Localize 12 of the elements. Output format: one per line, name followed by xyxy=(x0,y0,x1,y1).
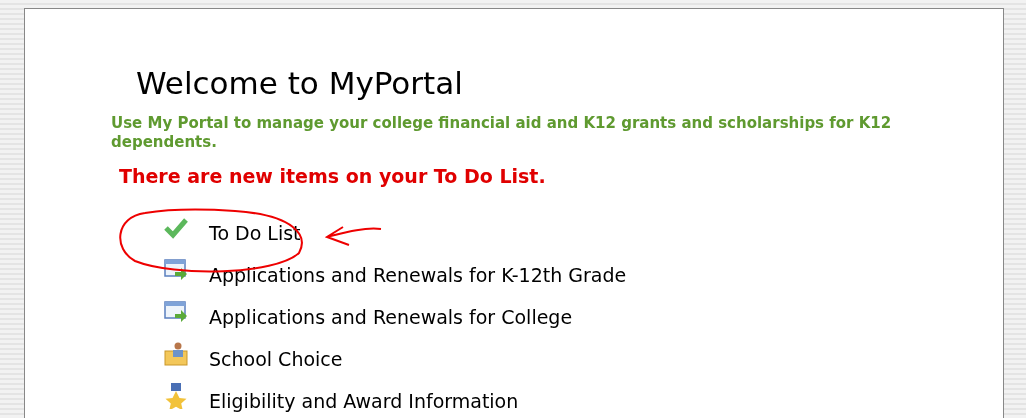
menu-link[interactable]: To Do List xyxy=(163,212,1003,255)
page-title: Welcome to MyPortal xyxy=(136,65,464,103)
intro-text: Use My Portal to manage your college financial aid and K12 grants and scholarships for K12 dependents. xyxy=(111,114,893,153)
alert-message: There are new items on your To Do List. xyxy=(119,164,547,190)
menu-link[interactable]: Applications and Renewals for K-12th Grade xyxy=(163,254,1003,297)
medal-icon xyxy=(163,382,189,409)
menu-link[interactable]: Eligibility and Award Information xyxy=(163,380,1003,418)
menu-link[interactable]: School Choice xyxy=(163,338,1003,381)
folder-person-icon xyxy=(163,340,189,367)
menu-link[interactable]: Applications and Renewals for College xyxy=(163,296,1003,339)
hand-drawn-arrow xyxy=(326,226,382,246)
window-arrow-icon xyxy=(163,298,189,325)
